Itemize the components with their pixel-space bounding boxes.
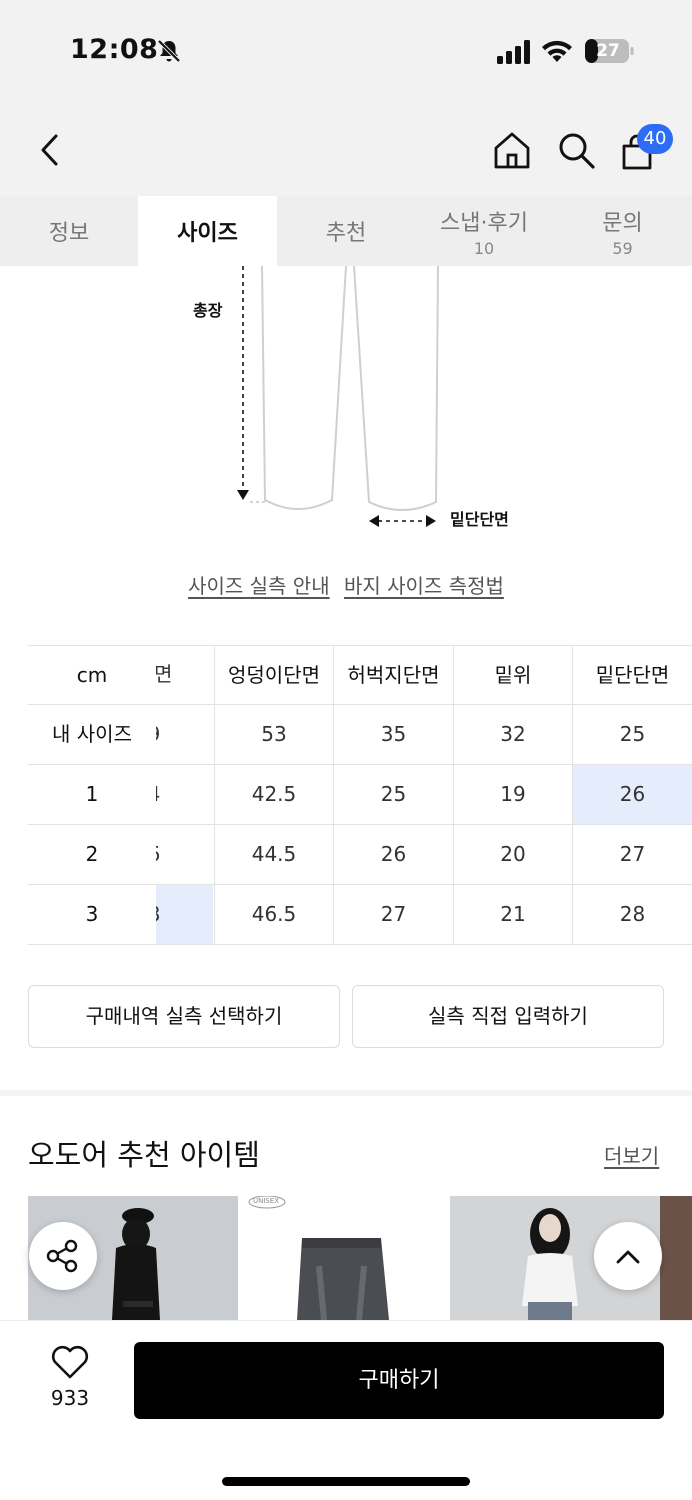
size-guide-links: 사이즈 실측 안내 바지 사이즈 측정법	[0, 570, 692, 604]
table-cell: 53	[214, 705, 333, 764]
table-cell: 20	[453, 825, 572, 884]
table-cell: 25	[333, 765, 453, 824]
table-cell: 42.5	[214, 765, 333, 824]
bell-off-icon	[157, 39, 181, 63]
table-cell: 4	[156, 765, 213, 824]
recommend-section-title: 오도어 추천 아이템	[28, 1138, 260, 1172]
share-icon	[46, 1239, 78, 1273]
search-icon[interactable]	[556, 130, 596, 170]
table-header-cell: 밑단단면	[572, 646, 692, 705]
table-cell: 28	[572, 885, 692, 944]
home-indicator	[222, 1477, 470, 1486]
tab-recommend[interactable]: 추천	[277, 196, 415, 266]
tab-label: 스냅·후기	[440, 210, 528, 236]
table-cell: 44.5	[214, 825, 333, 884]
table-row: 1 42.5 25 19 26	[28, 765, 692, 825]
row-label: 내 사이즈	[52, 722, 132, 746]
tab-label: 사이즈	[177, 221, 238, 246]
table-row: 3 46.5 27 21 28	[28, 885, 692, 945]
table-row: 내 사이즈 53 35 32 25	[28, 705, 692, 765]
table-header-cell: 허벅지단면	[333, 646, 453, 705]
chevron-up-icon	[616, 1250, 640, 1264]
pants-size-diagram	[237, 266, 439, 527]
actual-size-guide-link[interactable]: 사이즈 실측 안내	[188, 574, 330, 598]
wifi-icon	[542, 40, 572, 62]
row-label: 3	[85, 902, 99, 926]
heart-icon[interactable]	[50, 1344, 90, 1380]
select-purchase-measure-button[interactable]: 구매내역 실측 선택하기	[28, 985, 340, 1048]
table-header-cell: 엉덩이단면	[214, 646, 333, 705]
table-cell: 21	[453, 885, 572, 944]
table-cell: 19	[453, 765, 572, 824]
share-button[interactable]	[29, 1222, 97, 1290]
table-cell: 35	[333, 705, 453, 764]
product-tabs: 정보 사이즈 추천 스냅·후기 10 문의 59	[0, 196, 692, 266]
table-header-cell: cm	[76, 663, 108, 687]
table-row: 2 44.5 26 20 27	[28, 825, 692, 885]
length-label: 총장	[193, 301, 223, 320]
table-cell: 27	[572, 825, 692, 884]
row-label: 1	[85, 782, 99, 806]
tab-label: 문의	[602, 210, 643, 236]
cart-count-badge[interactable]: 40	[637, 124, 673, 154]
battery-level: 27	[596, 41, 620, 61]
tab-size[interactable]: 사이즈	[138, 196, 277, 266]
size-table[interactable]: cm 엉덩이단면 허벅지단면 밑위 밑단단면 내 사이즈 53 35 32 25…	[28, 645, 692, 945]
section-divider	[0, 1090, 692, 1096]
tab-count: 10	[473, 238, 495, 258]
scroll-to-top-button[interactable]	[594, 1222, 662, 1290]
buy-button[interactable]: 구매하기	[134, 1342, 664, 1419]
table-cell: 26	[333, 825, 453, 884]
hem-label: 밑단단면	[450, 510, 509, 529]
table-header-row: cm 엉덩이단면 허벅지단면 밑위 밑단단면	[28, 645, 692, 705]
scrolled-column: 단면 9 4 6 8	[156, 645, 214, 945]
tab-count: 59	[612, 238, 633, 258]
table-cell-highlighted: 26	[572, 765, 692, 824]
row-label: 2	[85, 842, 99, 866]
product-image-jeans	[239, 1196, 449, 1320]
table-cell: 27	[333, 885, 453, 944]
home-icon[interactable]	[492, 130, 532, 170]
pants-measure-method-link[interactable]: 바지 사이즈 측정법	[344, 574, 504, 598]
table-cell: 6	[156, 825, 213, 884]
table-cell: 46.5	[214, 885, 333, 944]
table-cell: 32	[453, 705, 572, 764]
table-header-cell: 단면	[156, 645, 213, 704]
table-cell: 9	[156, 705, 213, 764]
recommend-product-card[interactable]: UNISEX	[239, 1196, 449, 1320]
cellular-signal-icon	[497, 40, 530, 64]
tab-info[interactable]: 정보	[0, 196, 138, 266]
status-time: 12:08	[70, 34, 159, 65]
back-icon[interactable]	[36, 132, 64, 168]
tab-inquiry[interactable]: 문의 59	[553, 196, 692, 266]
table-cell: 25	[572, 705, 692, 764]
like-count: 933	[50, 1386, 90, 1410]
tab-label: 정보	[48, 221, 90, 246]
see-more-link[interactable]: 더보기	[604, 1140, 659, 1169]
product-tag: UNISEX	[253, 1197, 280, 1205]
direct-input-measure-button[interactable]: 실측 직접 입력하기	[352, 985, 664, 1048]
tab-snap-review[interactable]: 스냅·후기 10	[415, 196, 553, 266]
table-header-cell: 밑위	[453, 646, 572, 705]
table-cell-highlighted: 8	[156, 885, 213, 944]
tab-label: 추천	[325, 221, 367, 246]
